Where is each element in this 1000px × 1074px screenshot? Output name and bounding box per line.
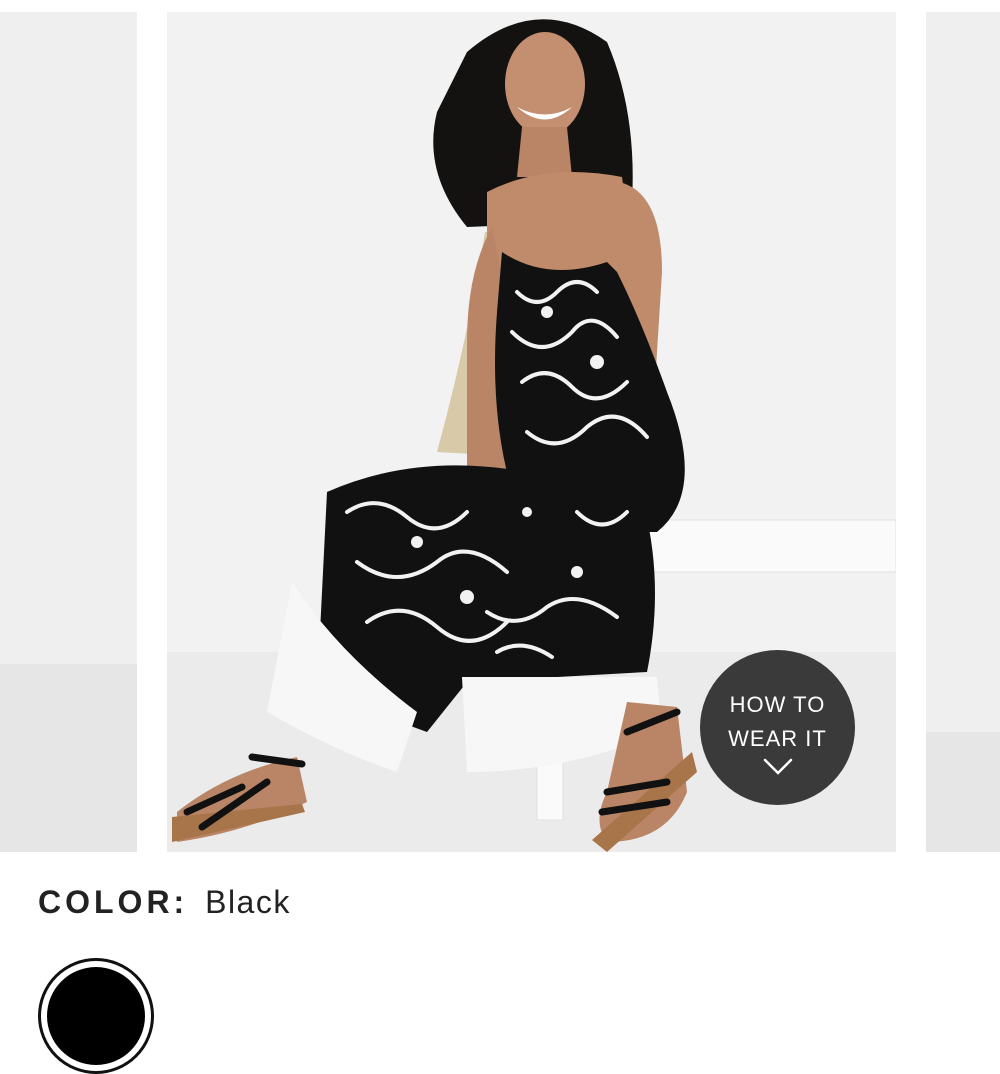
color-label: COLOR: [38,884,189,920]
previous-product-image[interactable] [0,12,137,852]
swatch-fill [47,967,145,1065]
main-product-image[interactable]: HOW TO WEAR IT [167,12,896,852]
how-to-wear-it-button[interactable]: HOW TO WEAR IT [700,650,855,805]
color-swatch-black[interactable] [38,958,154,1074]
color-value: Black [205,884,291,920]
floor [0,664,137,852]
next-product-image[interactable] [926,12,1000,852]
product-image-carousel[interactable]: HOW TO WEAR IT [0,12,1000,852]
floor [926,732,1000,852]
chevron-down-icon [763,758,793,775]
how-to-wear-it-label: HOW TO WEAR IT [728,692,827,751]
color-selection-row: COLOR: Black [38,884,291,921]
